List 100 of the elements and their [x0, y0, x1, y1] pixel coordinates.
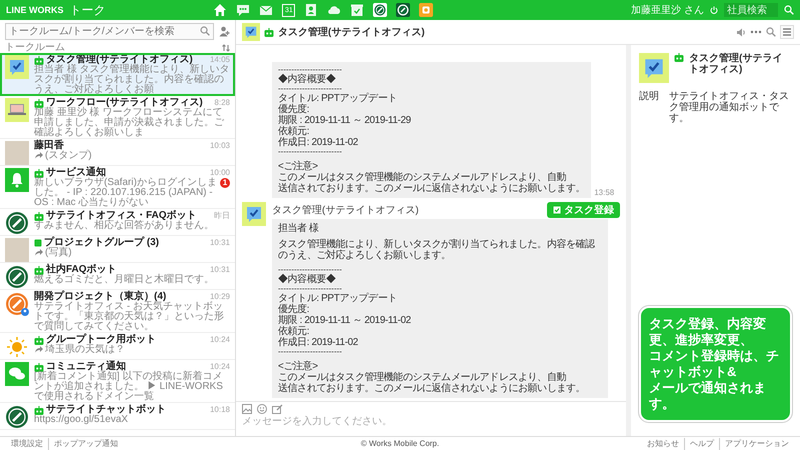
logo-avatar: [5, 292, 29, 316]
speaker-icon[interactable]: [736, 28, 746, 36]
search-icon[interactable]: [766, 27, 776, 37]
chat-room-item[interactable]: サテライトオフィス・FAQボット 昨日 すみません、相応な回答がありません。: [0, 209, 235, 236]
dash-line: ------------------------: [278, 348, 343, 356]
room-name: プロジェクトグループ (3): [44, 238, 160, 248]
add-person-icon[interactable]: [219, 26, 230, 36]
room-name: グループトーク用ボット: [46, 335, 157, 345]
message-line: 依頼元:: [278, 326, 310, 337]
search-icon[interactable]: [784, 5, 794, 15]
chat-room-item[interactable]: サービス通知 10:00 新しいブラウザ(Safari)からログインしました。 - IP : 220.107.196.215 (JAPAN) - OS : Mac 心当たりがない 1: [0, 166, 235, 209]
chat-bubble-icon[interactable]: [236, 3, 250, 17]
timestamp: 10:24: [210, 335, 230, 345]
app-title: トーク: [70, 3, 106, 17]
message-line: 作成日: 2019-11-02: [278, 337, 359, 348]
timestamp: 8:28: [214, 98, 230, 108]
timestamp: 10:24: [210, 362, 230, 372]
footer-link[interactable]: アプリケーション: [719, 438, 794, 450]
message-line: 作成日: 2019-11-02: [278, 137, 359, 148]
robot-icon: [674, 53, 684, 62]
power-icon[interactable]: [710, 6, 718, 14]
photo-placeholder: [5, 141, 29, 165]
field-label: 説明: [639, 91, 660, 104]
chat-room-item[interactable]: コミュニティ通知 10:24 [新着コメント通知] 以下の投稿に新着コメントが追加されました。 ▶ LINE-WORKSで使用されるドメイン一覧: [0, 360, 235, 403]
message-preview: 新しいブラウザ(Safari)からログインしました。 - IP : 220.107.196.215 (JAPAN) - OS : Mac 心当たりがない: [34, 178, 218, 208]
message-line: 送信されております。このメールに返信されないようにお願いします。: [278, 383, 586, 394]
callout-text: タスク登録、内容変更、進捗率変更、: [649, 316, 767, 348]
more-icon[interactable]: [750, 30, 762, 34]
message-preview: 埼玉県の天気は？: [45, 345, 126, 355]
dash-line: ------------------------: [278, 85, 343, 93]
menu-button[interactable]: [780, 25, 794, 39]
message-preview: すみません、相応な回答がありません。: [34, 221, 215, 231]
message-preview: [新着コメント通知] 以下の投稿に新着コメントが追加されました。 ▶ LINE-WORKSで使用されるドメイン一覧: [34, 372, 224, 402]
robot-icon: [34, 266, 44, 274]
app-icon[interactable]: [419, 3, 434, 17]
section-label: トークルーム: [5, 42, 65, 53]
check-box-icon[interactable]: [350, 3, 364, 17]
contacts-icon[interactable]: [304, 3, 318, 17]
app-logo-icon[interactable]: [373, 3, 388, 17]
check-box-icon: [553, 206, 561, 214]
chat-room-item[interactable]: 社内FAQボット 10:31 燃えるゴミだと、月曜日と木曜日です。: [0, 263, 235, 290]
footer-link[interactable]: 環境設定: [6, 438, 48, 450]
message-line: タイトル: PPTアップデート: [278, 293, 398, 304]
robot-icon: [34, 212, 44, 220]
footer-link[interactable]: お知らせ: [642, 438, 684, 450]
message-line: 送信されております。このメールに返信されないようにお願いします。: [278, 183, 586, 194]
chat-room-item[interactable]: サテライトチャットボット 10:18 https://goo.gl/51evaX: [0, 403, 235, 430]
edit-icon[interactable]: [272, 404, 283, 414]
footer-link[interactable]: ヘルプ: [684, 438, 719, 450]
employee-search-field[interactable]: 社員検索: [724, 3, 778, 17]
laptop-avatar: [5, 98, 29, 122]
image-icon[interactable]: [242, 404, 252, 414]
room-name: サテライトチャットボット: [46, 405, 167, 415]
chat-room-item[interactable]: 開発プロジェクト（東京）(4) 10:29 サテライトオフィス - お天気チャットボットです。「東京都の天気は？」といった形で質問してみてください。: [0, 290, 235, 333]
message-line: 優先度:: [278, 104, 310, 115]
sort-icon[interactable]: [222, 44, 230, 52]
robot-icon: [34, 56, 44, 64]
message-line: 優先度:: [278, 304, 310, 315]
message-line: ◆内容概要◆: [278, 74, 337, 85]
checkmark-avatar: [5, 55, 29, 79]
chat-room-item[interactable]: ワークフロー(サテライトオフィス) 8:28 加藤 亜里沙 様 ワークフローシステムにて申請しました、申請が決裁されました。ご確認よろしくお願いしま: [0, 96, 235, 139]
checkmark-avatar: [639, 53, 669, 83]
robot-icon: [34, 406, 44, 414]
chat-room-item[interactable]: 藤田香 10:03 (スタンプ): [0, 139, 235, 166]
message-preview: 加藤 亜里沙 様 ワークフローシステムにて申請しました、申請が決裁されました。ご確認よろしくお願いしま: [34, 108, 225, 138]
timestamp: 10:18: [210, 405, 230, 415]
message-line: ◆内容概要◆: [278, 274, 337, 285]
message-preview: (スタンプ): [45, 151, 93, 161]
chat-room-item[interactable]: グループトーク用ボット 10:24 埼玉県の天気は？: [0, 333, 235, 360]
room-name: 藤田香: [34, 141, 64, 151]
photo-placeholder: [5, 238, 29, 262]
message-preview: https://goo.gl/51evaX: [34, 415, 129, 425]
emoji-icon[interactable]: [257, 404, 267, 414]
message-line: 担当者 様: [278, 223, 320, 234]
callout-text: コメント登録時は、チャットボット&: [649, 348, 780, 380]
checkmark-avatar: [242, 202, 266, 226]
copyright: © Works Mobile Corp.: [360, 438, 440, 450]
room-name: コミュニティ通知: [46, 362, 126, 372]
home-icon[interactable]: [213, 3, 228, 17]
room-name: 社内FAQボット: [46, 265, 117, 275]
mail-icon[interactable]: [259, 3, 274, 17]
message-line: 依頼元:: [278, 126, 310, 137]
timestamp: 10:31: [210, 238, 230, 248]
search-field[interactable]: トークルーム/トーク/メンバーを検索: [5, 22, 214, 40]
timestamp: 13:58: [594, 187, 614, 198]
unread-badge: 1: [220, 178, 230, 188]
sun-avatar: [5, 335, 29, 359]
search-icon[interactable]: [200, 26, 210, 36]
timestamp: 10:31: [210, 265, 230, 275]
room-name: 開発プロジェクト（東京）(4): [34, 292, 168, 302]
chat-room-item[interactable]: プロジェクトグループ (3) 10:31 (写真): [0, 236, 235, 263]
robot-icon: [264, 28, 274, 36]
message-line: 期限 : 2019-11-11 ～ 2019-11-02: [278, 315, 412, 326]
dash-line: ------------------------: [278, 148, 343, 156]
app-logo-icon[interactable]: [396, 3, 410, 17]
robot-icon: [34, 362, 44, 372]
timestamp: 10:00: [210, 168, 230, 178]
logo-avatar: [5, 265, 29, 289]
square-icon: [34, 239, 42, 247]
footer-link[interactable]: ポップアップ通知: [48, 438, 123, 450]
